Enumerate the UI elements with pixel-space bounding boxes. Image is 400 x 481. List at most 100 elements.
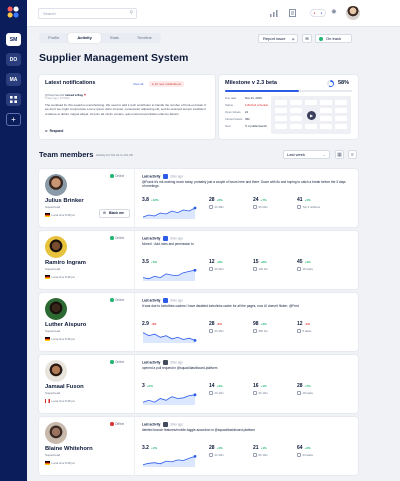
toggle-right: ● — [320, 11, 323, 15]
team-title: Team members — [39, 150, 94, 159]
search-input[interactable]: Search ⚲ — [38, 8, 137, 19]
grid-view-icon[interactable]: ▦ — [335, 150, 344, 159]
local-time: Local time 8:48 pm — [45, 337, 75, 341]
avatar[interactable] — [45, 422, 67, 444]
stat-item: 28 +6% 2h 48m — [209, 197, 239, 221]
flag-icon — [45, 337, 50, 341]
main-stat-value: 3.2 +4% — [142, 445, 158, 451]
member-role: Squad lead — [45, 205, 61, 209]
milestone-preview[interactable]: ▶ — [271, 96, 351, 134]
row-value: 21 — [245, 110, 249, 114]
member-name[interactable]: Blaine Whitehorn — [45, 446, 93, 452]
tab-profile[interactable]: Profile — [39, 33, 68, 43]
stat-delta: +3% — [304, 446, 311, 450]
avatar[interactable] — [45, 360, 67, 382]
stat-label: 16 tasks — [297, 267, 313, 271]
document-icon[interactable] — [289, 9, 296, 20]
member-name[interactable]: Julius Brinker — [45, 198, 84, 204]
sidebar-item-do[interactable]: DO — [6, 53, 21, 66]
avatar[interactable] — [45, 174, 67, 196]
sidebar-item-sm[interactable]: SM — [6, 33, 21, 46]
stat-label: 9h 10m — [253, 391, 268, 395]
sparkline-point — [193, 454, 197, 458]
main-stat: 3 +2% — [142, 383, 200, 413]
sparkline-area — [143, 208, 195, 219]
tab-activity[interactable]: Activity — [68, 33, 101, 43]
respond-button[interactable]: ✉ Respond — [45, 129, 65, 133]
member-action-button[interactable]: ✉ Black me — [99, 209, 130, 218]
avatar[interactable] — [45, 298, 67, 320]
row-label: Due date — [225, 96, 237, 100]
stat-value: 24 +7% — [253, 197, 267, 203]
stat-label: 14h 0m — [253, 267, 268, 271]
sparkline-point — [193, 206, 197, 210]
main-stat-delta: -4% — [150, 322, 157, 326]
clock-icon — [209, 329, 213, 333]
local-time: Local time 8:48 pm — [45, 461, 75, 465]
grid-icon[interactable] — [6, 93, 21, 106]
main-stat-delta: +12% — [150, 198, 159, 202]
view-all-link[interactable]: View all — [133, 82, 143, 86]
status-badge[interactable]: On track — [315, 34, 352, 43]
activity-source-icon — [163, 174, 168, 179]
stat-value: 16 +1% — [253, 383, 267, 389]
sparkline — [142, 268, 197, 281]
stat-label: 2h 45m — [209, 329, 224, 333]
sparkline — [142, 206, 197, 219]
stat-item: 14 +4% 2h 43m — [209, 383, 239, 407]
settings-icon[interactable]: ✹ — [331, 9, 337, 17]
report-issue-label: Report issue — [263, 36, 286, 41]
report-issue-button[interactable]: Report issue ⚑ — [258, 34, 298, 43]
chevron-down-icon: ⌄ — [322, 152, 326, 157]
add-workspace-button[interactable]: + — [6, 113, 21, 126]
member-name[interactable]: Jamaal Fuson — [45, 384, 84, 390]
status-badge: Online — [110, 298, 124, 302]
stat-delta: +1% — [260, 384, 267, 388]
member-info: Online Ramiro Ingram Squad lead Local ti… — [39, 231, 135, 289]
activity-text: deleted branch features/mobile-toggle-ac… — [142, 428, 256, 432]
activity-text: opened a pull request in @squad/dashboar… — [142, 366, 218, 370]
stat-delta: +1% — [260, 446, 267, 450]
toggle-left: ● — [313, 11, 316, 15]
member-card: Online Luther Aispuro Squad lead Local t… — [39, 293, 358, 351]
list-view-icon[interactable]: ≡ — [348, 150, 357, 159]
stat-item: 16 +1% 9h 10m — [253, 383, 283, 407]
status-badge: Online — [110, 360, 124, 364]
stat-item: 64 +3% 24 tasks — [297, 445, 327, 469]
main-stat-delta: +5% — [150, 260, 158, 264]
row-label: Next — [225, 124, 231, 128]
stat-delta: +7% — [260, 198, 267, 202]
chart-icon[interactable] — [270, 9, 278, 20]
stat-label: 2h 43m — [209, 453, 224, 457]
new-count: 16 new notifications — [154, 82, 182, 86]
member-info: Online Julius Brinker Squad lead Local t… — [39, 169, 135, 227]
milestone-percent: 58% — [338, 80, 350, 86]
new-notifications-badge: ● 16 new notifications — [149, 81, 185, 87]
tab-stats[interactable]: Stats — [101, 33, 128, 43]
tab-timeline[interactable]: Timeline — [128, 33, 161, 43]
main-stat-delta: +4% — [150, 446, 158, 450]
calendar-icon — [253, 205, 257, 209]
calendar-icon — [253, 453, 257, 457]
member-name[interactable]: Ramiro Ingram — [45, 260, 86, 266]
week-select[interactable]: Last week ⌄ — [283, 150, 330, 159]
theme-toggle[interactable]: ● ● — [310, 9, 326, 17]
status-dot — [110, 236, 114, 240]
milestone-row: Status ● Behind schedule — [225, 103, 268, 107]
user-avatar[interactable] — [346, 6, 360, 20]
main-stat: 2.9 -4% — [142, 321, 200, 351]
activity-text: It was due to turbolinks caches I have d… — [142, 304, 299, 308]
milestone-card: Milestone v 2.3 beta 58% Due date Nov 21,… — [219, 75, 358, 139]
sparkline-point — [193, 339, 197, 342]
sparkline-point — [193, 268, 197, 272]
play-icon[interactable]: ▶ — [307, 111, 316, 120]
main-stat-delta: +2% — [146, 384, 153, 388]
message-button[interactable]: ✉ — [302, 34, 312, 43]
flag-icon — [45, 461, 50, 465]
member-role: Squad lead — [45, 391, 61, 395]
notifications-title: Latest notifications — [45, 80, 96, 86]
sidebar-item-ma[interactable]: MA — [6, 73, 21, 86]
avatar[interactable] — [45, 236, 67, 258]
stat-value: 12 -1% — [297, 321, 310, 327]
member-name[interactable]: Luther Aispuro — [45, 322, 86, 328]
